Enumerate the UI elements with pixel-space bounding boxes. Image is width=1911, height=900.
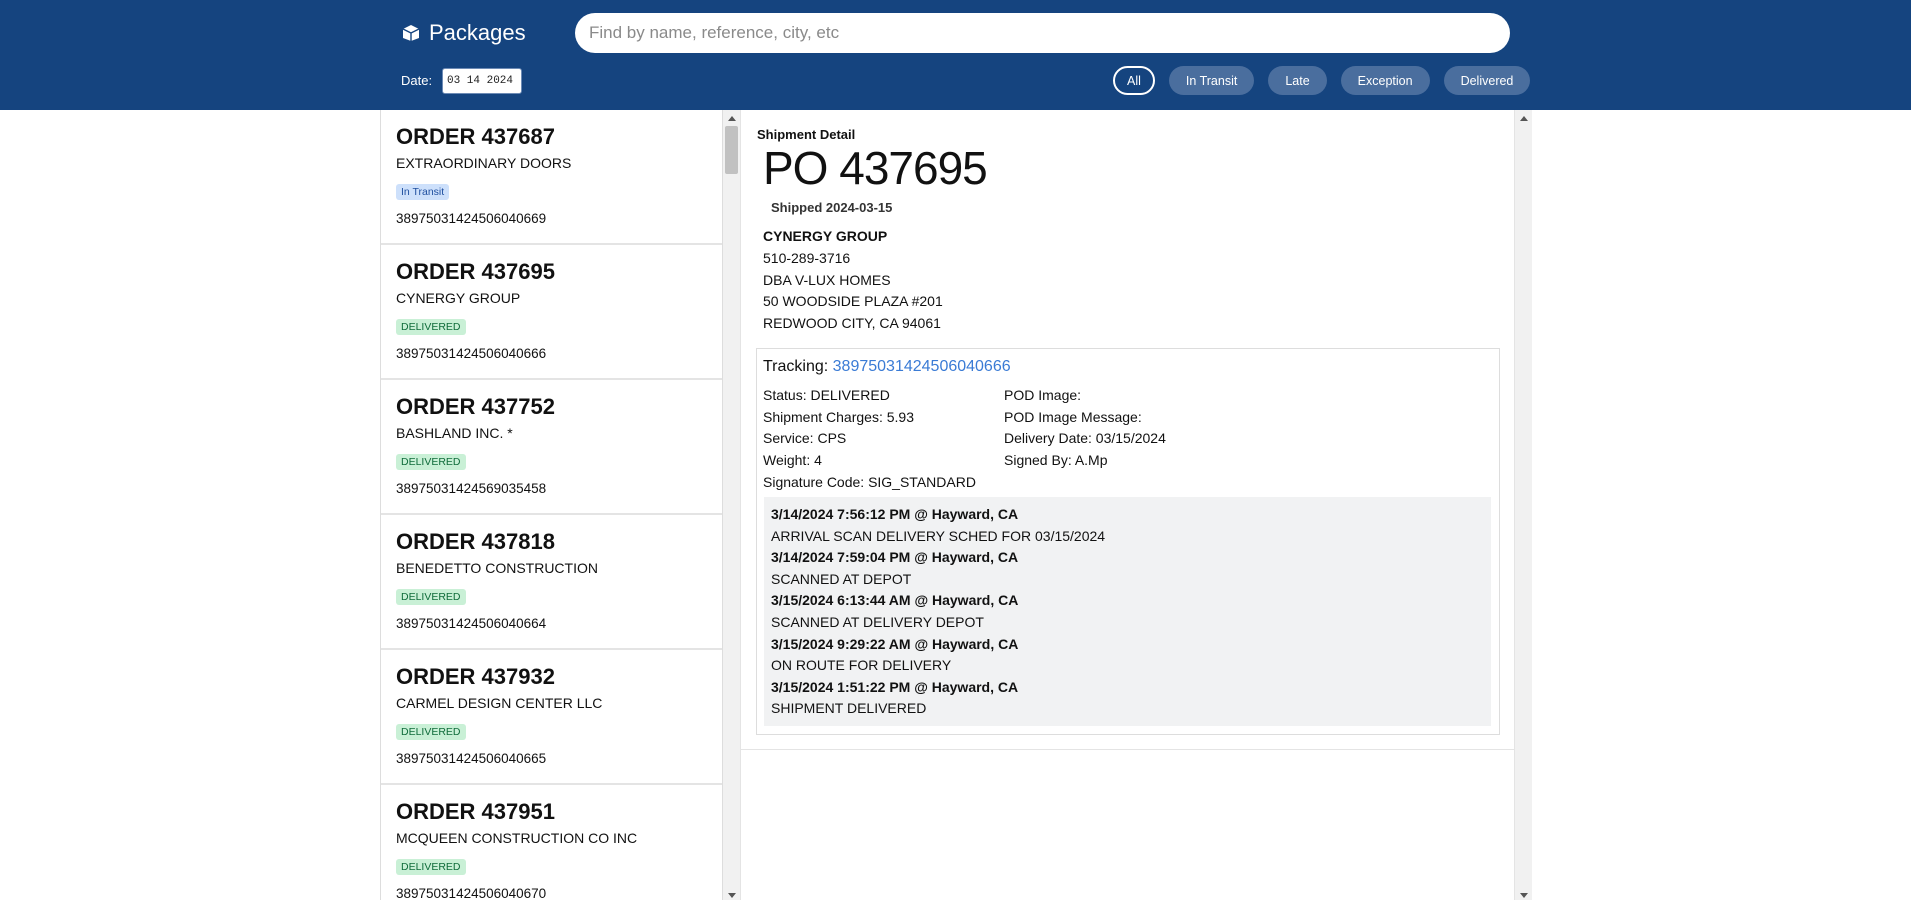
order-company: BENEDETTO CONSTRUCTION bbox=[396, 560, 598, 576]
scroll-up-arrow-icon[interactable] bbox=[728, 116, 736, 121]
order-number: ORDER 437951 bbox=[396, 799, 555, 824]
order-company: EXTRAORDINARY DOORS bbox=[396, 155, 572, 171]
detail-scrollbar[interactable] bbox=[1515, 110, 1532, 900]
order-company: BASHLAND INC. * bbox=[396, 425, 513, 441]
top-header: Packages Date: 03 14 2024 All In Transit… bbox=[0, 0, 1911, 110]
event-description: SHIPMENT DELIVERED bbox=[771, 700, 927, 716]
customer-name: CYNERGY GROUP bbox=[763, 228, 888, 244]
order-card[interactable]: ORDER 437752 BASHLAND INC. * DELIVERED 3… bbox=[381, 380, 722, 515]
filter-in-transit[interactable]: In Transit bbox=[1168, 66, 1255, 95]
status-badge: DELIVERED bbox=[396, 859, 466, 875]
event-time: 3/15/2024 9:29:22 AM @ Hayward, CA bbox=[771, 636, 1019, 652]
date-label: Date: bbox=[401, 73, 433, 88]
event-description: ARRIVAL SCAN DELIVERY SCHED FOR 03/15/20… bbox=[771, 528, 1106, 544]
scroll-up-arrow-icon[interactable] bbox=[1520, 116, 1528, 121]
scroll-down-arrow-icon[interactable] bbox=[1520, 893, 1528, 898]
signed-by-text: Signed By: A.Mp bbox=[1004, 452, 1108, 468]
tracking-link[interactable]: 38975031424506040666 bbox=[833, 358, 1011, 375]
order-company: CYNERGY GROUP bbox=[396, 290, 521, 306]
order-company: MCQUEEN CONSTRUCTION CO INC bbox=[396, 830, 638, 846]
order-tracking: 38975031424506040664 bbox=[396, 616, 547, 631]
event-description: SCANNED AT DELIVERY DEPOT bbox=[771, 614, 984, 630]
detail-section-title: Shipment Detail bbox=[757, 127, 856, 142]
signature-code-text: Signature Code: SIG_STANDARD bbox=[763, 474, 976, 490]
customer-dba: DBA V-LUX HOMES bbox=[763, 272, 891, 288]
pod-image-text: POD Image: bbox=[1004, 387, 1082, 403]
search-input[interactable] bbox=[575, 13, 1510, 53]
delivery-date-text: Delivery Date: 03/15/2024 bbox=[1004, 430, 1166, 446]
event-time: 3/14/2024 7:59:04 PM @ Hayward, CA bbox=[771, 549, 1019, 565]
app-title: Packages bbox=[429, 20, 526, 45]
scroll-thumb[interactable] bbox=[725, 126, 738, 174]
service-text: Service: CPS bbox=[763, 430, 847, 446]
box-icon bbox=[402, 25, 420, 41]
pod-message-text: POD Image Message: bbox=[1004, 409, 1142, 425]
status-badge: DELIVERED bbox=[396, 724, 466, 740]
status-badge: In Transit bbox=[396, 184, 450, 200]
order-number: ORDER 437695 bbox=[396, 259, 555, 284]
order-card[interactable]: ORDER 437951 MCQUEEN CONSTRUCTION CO INC… bbox=[381, 785, 722, 900]
event-time: 3/15/2024 6:13:44 AM @ Hayward, CA bbox=[771, 592, 1019, 608]
customer-phone: 510-289-3716 bbox=[763, 250, 851, 266]
detail-empty-area bbox=[740, 750, 1515, 900]
order-tracking: 38975031424506040666 bbox=[396, 346, 547, 361]
event-time: 3/14/2024 7:56:12 PM @ Hayward, CA bbox=[771, 506, 1019, 522]
event-description: SCANNED AT DEPOT bbox=[771, 571, 912, 587]
status-badge: DELIVERED bbox=[396, 589, 466, 605]
address-line-2: REDWOOD CITY, CA 94061 bbox=[763, 315, 941, 331]
order-card[interactable]: ORDER 437695 CYNERGY GROUP DELIVERED 389… bbox=[381, 245, 722, 380]
event-time: 3/15/2024 1:51:22 PM @ Hayward, CA bbox=[771, 679, 1019, 695]
order-tracking: 38975031424506040669 bbox=[396, 211, 547, 226]
status-filters: All In Transit Late Exception Delivered bbox=[1113, 66, 1531, 95]
event-description: ON ROUTE FOR DELIVERY bbox=[771, 657, 952, 673]
filter-all[interactable]: All bbox=[1113, 66, 1155, 95]
order-tracking: 38975031424506040670 bbox=[396, 886, 547, 900]
order-card[interactable]: ORDER 437687 EXTRAORDINARY DOORS In Tran… bbox=[381, 110, 722, 245]
po-number: PO 437695 bbox=[763, 142, 988, 194]
tracking-label: Tracking: bbox=[763, 358, 829, 375]
status-badge: DELIVERED bbox=[396, 454, 466, 470]
status-text: Status: DELIVERED bbox=[763, 387, 890, 403]
filter-exception[interactable]: Exception bbox=[1340, 66, 1430, 95]
status-badge: DELIVERED bbox=[396, 319, 466, 335]
filter-late[interactable]: Late bbox=[1268, 66, 1327, 95]
order-number: ORDER 437932 bbox=[396, 664, 555, 689]
tracking-header: Tracking: 38975031424506040666 bbox=[763, 358, 1011, 376]
order-card[interactable]: ORDER 437932 CARMEL DESIGN CENTER LLC DE… bbox=[381, 650, 722, 785]
app-brand[interactable]: Packages bbox=[401, 18, 526, 48]
order-company: CARMEL DESIGN CENTER LLC bbox=[396, 695, 603, 711]
order-number: ORDER 437687 bbox=[396, 124, 555, 149]
order-number: ORDER 437752 bbox=[396, 394, 555, 419]
address-line-1: 50 WOODSIDE PLAZA #201 bbox=[763, 293, 943, 309]
date-field[interactable]: 03 14 2024 bbox=[442, 68, 522, 94]
list-scrollbar[interactable] bbox=[723, 110, 740, 900]
shipped-date: Shipped 2024-03-15 bbox=[771, 200, 893, 215]
order-tracking: 38975031424506040665 bbox=[396, 751, 547, 766]
scroll-down-arrow-icon[interactable] bbox=[728, 893, 736, 898]
order-number: ORDER 437818 bbox=[396, 529, 555, 554]
weight-text: Weight: 4 bbox=[763, 452, 822, 468]
order-card[interactable]: ORDER 437818 BENEDETTO CONSTRUCTION DELI… bbox=[381, 515, 722, 650]
filter-delivered[interactable]: Delivered bbox=[1443, 66, 1531, 95]
charges-text: Shipment Charges: 5.93 bbox=[763, 409, 914, 425]
order-list: ORDER 437687 EXTRAORDINARY DOORS In Tran… bbox=[380, 110, 723, 900]
order-tracking: 38975031424569035458 bbox=[396, 481, 547, 496]
